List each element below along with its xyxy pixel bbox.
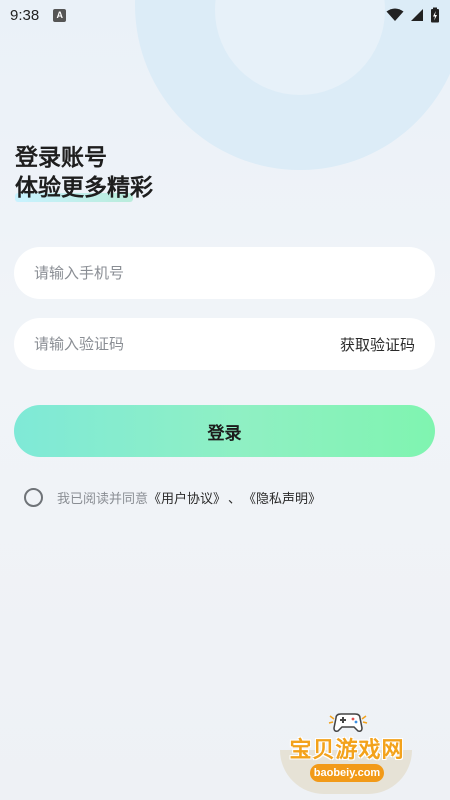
verification-code-input[interactable] — [34, 335, 340, 353]
agreement-row: 我已阅读并同意 《用户协议》 、 《隐私声明》 — [24, 488, 321, 507]
title-line-2-text: 体验更多精彩 — [15, 175, 153, 201]
page-title: 登录账号 体验更多精彩 — [15, 143, 153, 203]
phone-input[interactable] — [34, 264, 415, 282]
user-agreement-link[interactable]: 《用户协议》 — [148, 488, 226, 507]
title-line-2: 体验更多精彩 — [15, 173, 153, 203]
watermark-title: 宝贝游戏网 — [289, 738, 405, 763]
watermark-url: baobeiy.com — [310, 764, 384, 782]
status-icons — [386, 7, 440, 23]
signal-icon — [411, 9, 423, 21]
agreement-prefix: 我已阅读并同意 — [57, 492, 149, 507]
login-button[interactable]: 登录 — [14, 405, 435, 457]
agreement-separator: 、 — [228, 492, 242, 507]
a-letter-icon: A — [53, 8, 67, 22]
gamepad-icon — [328, 713, 368, 732]
get-code-button[interactable]: 获取验证码 — [340, 334, 415, 355]
privacy-link[interactable]: 《隐私声明》 — [243, 488, 321, 507]
code-field[interactable]: 获取验证码 — [14, 318, 435, 370]
phone-field[interactable] — [14, 247, 435, 299]
agreement-radio[interactable] — [24, 488, 43, 507]
battery-charging-icon — [431, 7, 439, 23]
title-line-1: 登录账号 — [15, 145, 107, 171]
status-bar: 9:38 A — [0, 0, 450, 30]
watermark-logo: 宝贝游戏网 baobeiy.com — [272, 710, 422, 794]
wifi-icon — [386, 8, 404, 21]
status-time: 9:38 — [10, 6, 40, 24]
